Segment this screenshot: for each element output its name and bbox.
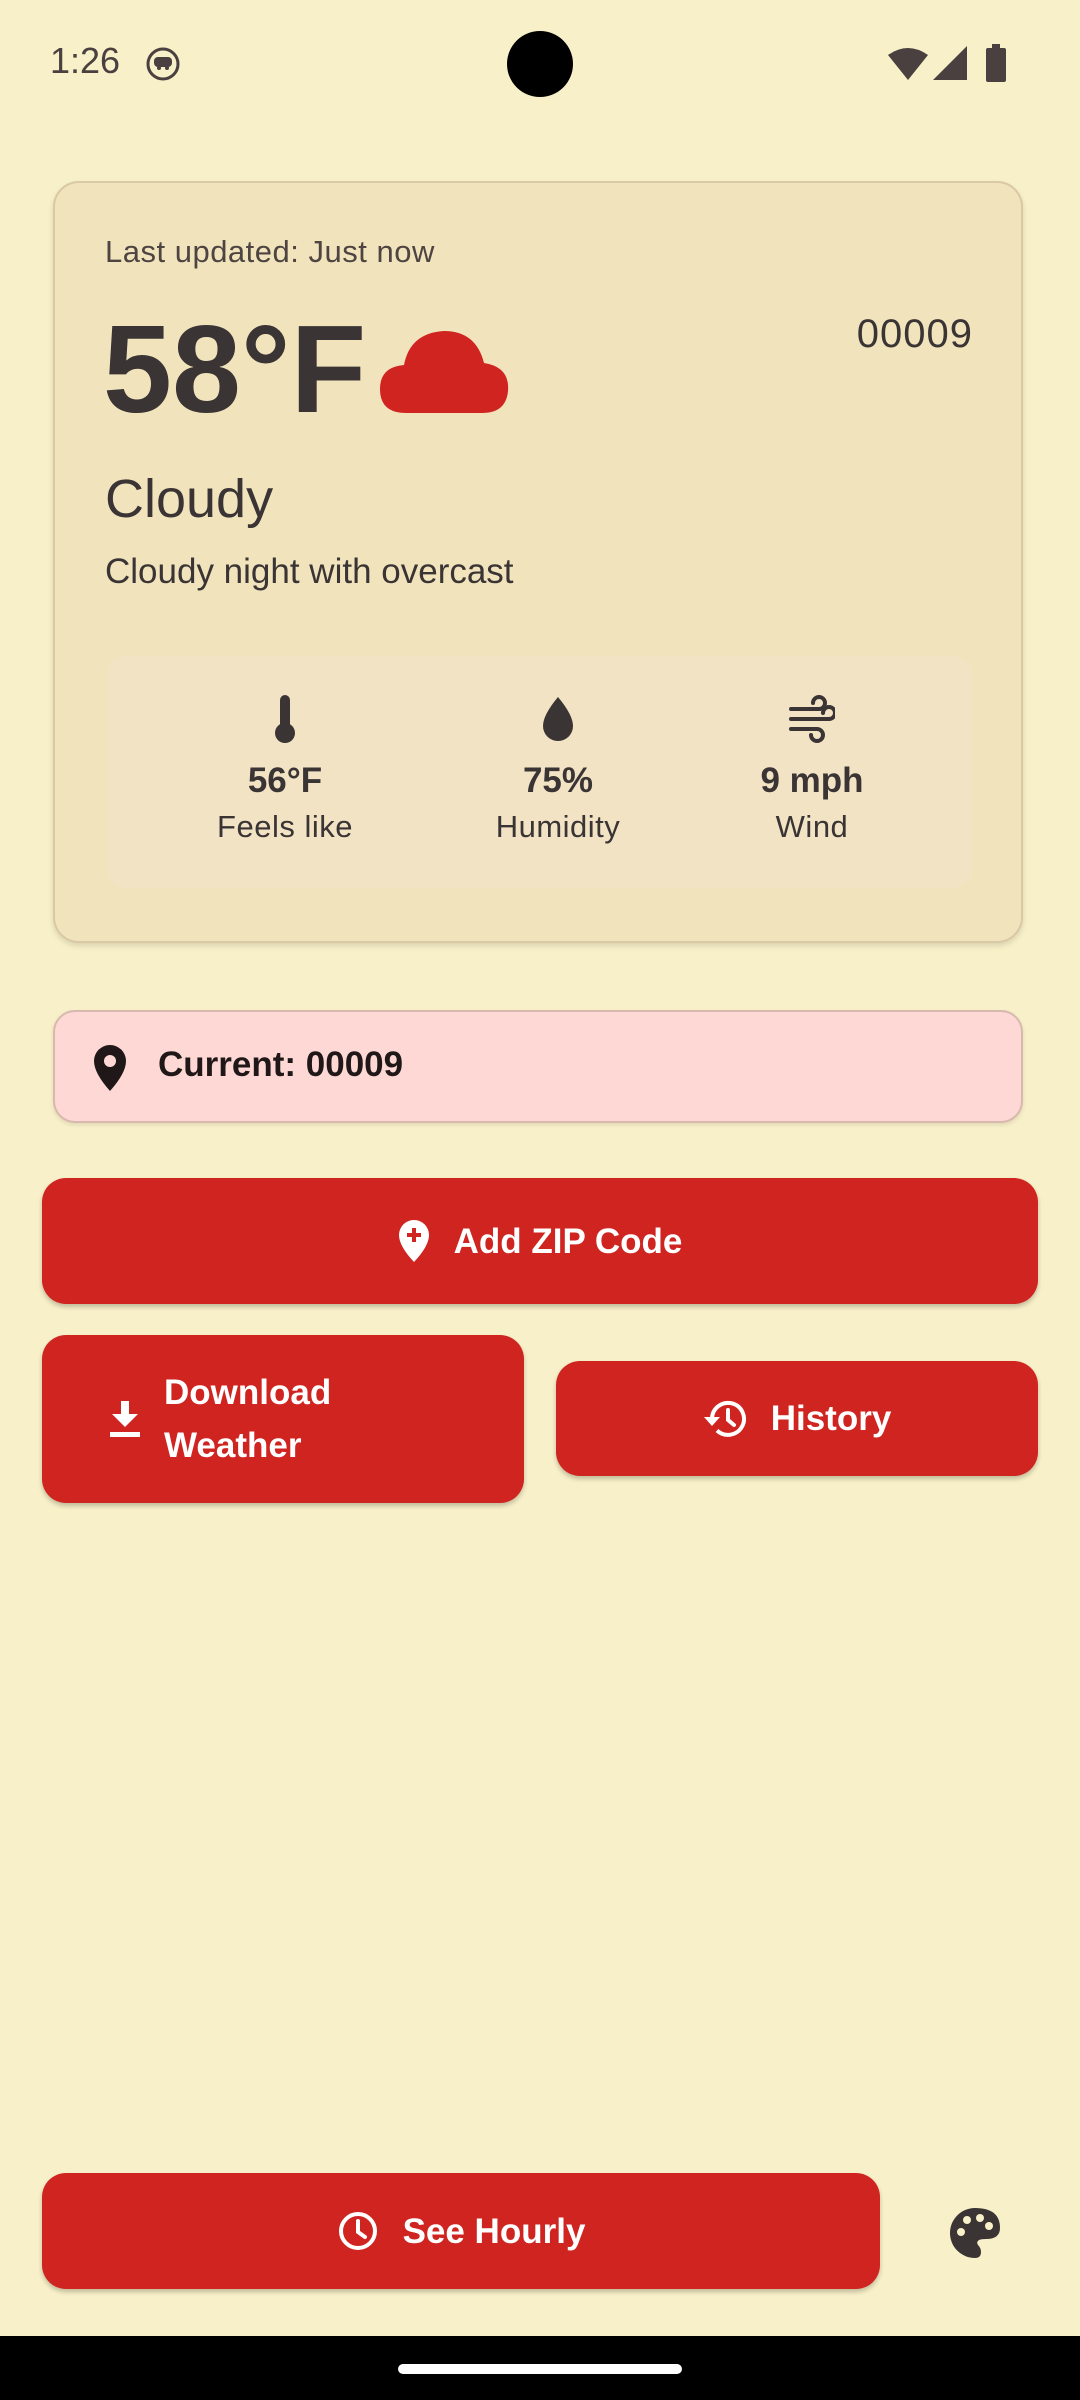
app-notification-icon <box>146 47 180 81</box>
current-location-label: Current: 00009 <box>158 1045 404 1084</box>
weather-description: Cloudy night with overcast <box>105 552 514 591</box>
add-zip-button[interactable]: Add ZIP Code <box>42 1178 1038 1304</box>
history-label: History <box>770 1399 892 1438</box>
see-hourly-button[interactable]: See Hourly <box>42 2173 880 2289</box>
download-weather-label: Download Weather <box>164 1366 331 1472</box>
status-time: 1:26 <box>50 40 121 81</box>
wind-stat: 9 mph Wind <box>682 695 942 845</box>
location-pin-icon <box>94 1045 126 1091</box>
feels-like-stat: 56°F Feels like <box>155 695 415 845</box>
camera-cutout <box>507 31 573 97</box>
download-label-line2: Weather <box>164 1426 302 1465</box>
humidity-stat: 75% Humidity <box>428 695 688 845</box>
last-updated-text: Last updated: Just now <box>105 234 435 269</box>
download-label-line1: Download <box>164 1373 332 1412</box>
see-hourly-label: See Hourly <box>402 2211 586 2251</box>
signal-icon <box>933 46 967 80</box>
humidity-value: 75% <box>522 761 594 800</box>
palette-icon[interactable] <box>948 2206 1002 2260</box>
wind-label: Wind <box>775 809 849 844</box>
home-gesture-handle[interactable] <box>398 2364 682 2374</box>
wifi-icon <box>888 48 928 80</box>
thermometer-icon <box>275 695 295 743</box>
feels-like-label: Feels like <box>217 809 353 844</box>
add-zip-label: Add ZIP Code <box>453 1221 683 1261</box>
cloud-icon <box>380 331 509 413</box>
add-location-icon <box>398 1220 429 1262</box>
battery-icon <box>986 44 1006 82</box>
download-icon <box>110 1401 140 1437</box>
wind-value: 9 mph <box>760 761 864 800</box>
history-icon <box>703 1400 746 1437</box>
history-button[interactable]: History <box>556 1361 1038 1476</box>
feels-like-value: 56°F <box>247 761 323 800</box>
current-temperature: 58°F <box>103 301 367 439</box>
wind-icon <box>789 695 835 743</box>
clock-icon <box>338 2212 377 2250</box>
weather-condition: Cloudy <box>105 469 274 529</box>
humidity-label: Humidity <box>495 809 621 844</box>
water-drop-icon <box>543 697 573 741</box>
download-weather-button[interactable]: Download Weather <box>42 1335 524 1503</box>
card-zip-code: 00009 <box>856 312 973 356</box>
